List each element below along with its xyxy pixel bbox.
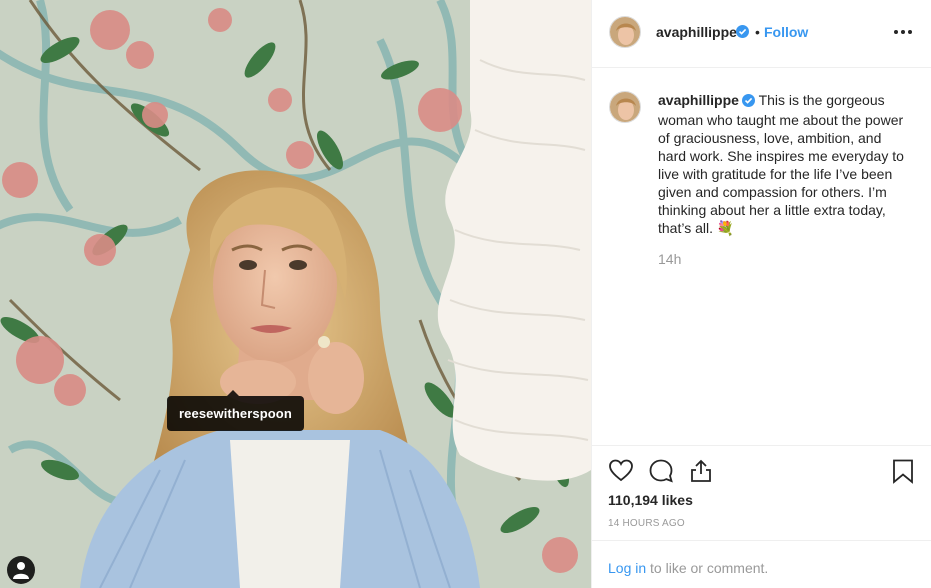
share-icon[interactable] <box>688 458 714 484</box>
login-prompt-text: to like or comment. <box>646 560 769 576</box>
comment-bar: Log in to like or comment. <box>592 540 931 588</box>
avatar[interactable] <box>609 16 641 48</box>
heart-icon[interactable] <box>608 458 634 484</box>
verified-badge-icon <box>741 93 755 111</box>
photo-user-tag-label: reesewitherspoon <box>179 406 292 421</box>
caption-text: This is the gorgeous woman who taught me… <box>658 92 904 236</box>
caption-username[interactable]: avaphillippe <box>658 92 739 108</box>
photo-illustration <box>0 0 591 588</box>
post-caption: avaphillippe This is the gorgeous woman … <box>658 91 904 237</box>
more-options-icon[interactable] <box>891 22 915 42</box>
comment-icon[interactable] <box>648 458 674 484</box>
verified-badge-icon <box>736 25 749 43</box>
login-link[interactable]: Log in <box>608 560 646 576</box>
post-header: avaphillippe • Follow <box>592 0 931 68</box>
bookmark-icon[interactable] <box>890 458 916 484</box>
header-separator: • <box>755 24 760 40</box>
header-username[interactable]: avaphillippe <box>656 24 737 40</box>
caption-time[interactable]: 14h <box>658 251 681 267</box>
post-photo[interactable]: reesewitherspoon <box>0 0 591 588</box>
post-actions: 110,194 likes 14 HOURS AGO <box>592 445 931 540</box>
post-sidebar: avaphillippe • Follow avaphillippe This … <box>591 0 931 588</box>
likes-count[interactable]: 110,194 likes <box>608 492 693 508</box>
follow-button[interactable]: Follow <box>764 24 808 40</box>
login-prompt: Log in to like or comment. <box>608 560 768 576</box>
caption-avatar[interactable] <box>609 91 641 123</box>
tag-user-icon[interactable] <box>7 556 35 584</box>
posted-ago: 14 HOURS AGO <box>608 518 685 529</box>
photo-user-tag[interactable]: reesewitherspoon <box>167 390 304 431</box>
